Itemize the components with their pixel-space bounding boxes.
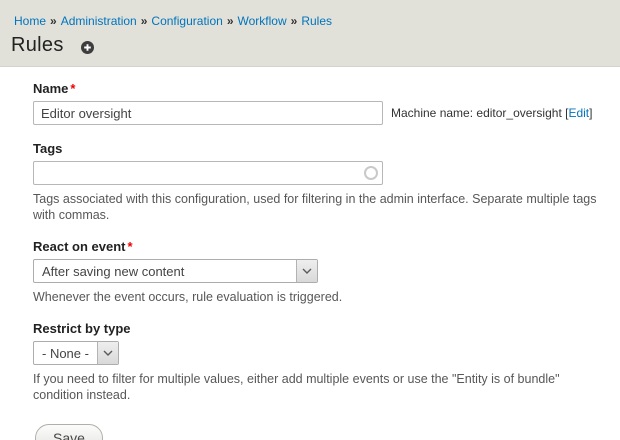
page-title: Rules [11,34,64,57]
name-label: Name* [33,81,608,96]
restrict-by-type-description: If you need to filter for multiple value… [33,371,607,403]
add-shortcut-icon[interactable] [81,41,94,54]
breadcrumb-separator: » [141,14,148,28]
react-on-event-description: Whenever the event occurs, rule evaluati… [33,289,607,305]
react-on-event-select[interactable]: After saving new content [33,259,318,283]
breadcrumb-link-workflow[interactable]: Workflow [238,14,287,28]
tags-description: Tags associated with this configuration,… [33,191,607,223]
name-input[interactable] [33,101,383,125]
breadcrumb-separator: » [291,14,298,28]
form-item-name: Name* Machine name: editor_oversight [Ed… [33,81,608,125]
breadcrumb: Home»Administration»Configuration»Workfl… [14,14,620,28]
breadcrumb-link-configuration[interactable]: Configuration [151,14,222,28]
react-on-event-label: React on event* [33,239,608,254]
breadcrumb-link-administration[interactable]: Administration [61,14,137,28]
form-item-restrict-by-type: Restrict by type - None - If you need to… [33,321,608,403]
machine-name-text: Machine name: editor_oversight [Edit] [391,106,592,120]
breadcrumb-separator: » [50,14,57,28]
required-marker: * [70,81,75,96]
chevron-down-icon [296,260,317,282]
required-marker: * [127,239,132,254]
machine-name-edit-link[interactable]: Edit [568,106,589,120]
breadcrumb-link-rules[interactable]: Rules [301,14,332,28]
save-button[interactable]: Save [35,424,103,440]
restrict-by-type-selected-value: - None - [34,346,97,361]
tags-input[interactable] [33,161,383,185]
autocomplete-throbber-icon [364,166,378,180]
form-item-tags: Tags Tags associated with this configura… [33,141,608,223]
restrict-by-type-select[interactable]: - None - [33,341,119,365]
restrict-by-type-label: Restrict by type [33,321,608,336]
tags-label: Tags [33,141,608,156]
page-header: Home»Administration»Configuration»Workfl… [0,0,620,67]
form-item-react-on-event: React on event* After saving new content… [33,239,608,305]
rules-settings-form: Name* Machine name: editor_oversight [Ed… [0,67,620,440]
breadcrumb-link-home[interactable]: Home [14,14,46,28]
react-on-event-selected-value: After saving new content [34,264,192,279]
breadcrumb-separator: » [227,14,234,28]
chevron-down-icon [97,342,118,364]
